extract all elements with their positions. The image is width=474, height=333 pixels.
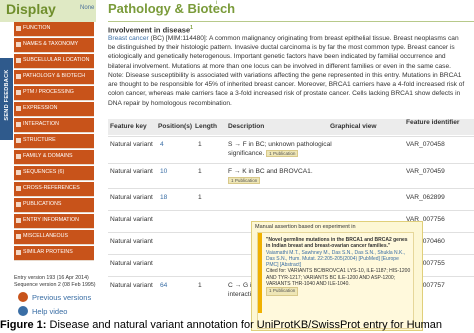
entry-version-info: Entry version 193 (16 Apr 2014) Sequence… (14, 275, 96, 288)
figure-caption: Figure 1: Disease and natural variant an… (0, 319, 474, 331)
bullet-icon (16, 202, 21, 207)
bullet-icon (16, 106, 21, 111)
sidebar-item-miscellaneous[interactable]: MISCELLANEOUS (14, 230, 94, 245)
section-help-icon[interactable]: i (216, 0, 217, 6)
popup-accent-bar (258, 233, 262, 313)
sidebar-item-structure[interactable]: STRUCTURE (14, 134, 94, 149)
caption-label: Figure 1: (0, 319, 47, 331)
sidebar-item-ptm-processing[interactable]: PTM / PROCESSING (14, 86, 94, 101)
help-video-link[interactable]: Help video (32, 307, 67, 316)
evidence-popup: Manual assertion based on experiment in … (251, 221, 423, 331)
bullet-icon (16, 42, 21, 47)
sidebar-item-cross-references[interactable]: CROSS-REFERENCES (14, 182, 94, 197)
sidebar-item-names-taxonomy[interactable]: NAMES & TAXONOMY (14, 38, 94, 53)
entry-version-text: Entry version 193 (16 Apr 2014) (14, 275, 89, 281)
position-link[interactable]: 64 (160, 282, 167, 289)
feature-id-cell: VAR_070459 (406, 168, 445, 175)
popup-heading: Manual assertion based on experiment in (255, 224, 356, 230)
feature-key-cell: Natural variant (110, 260, 153, 267)
sidebar-item-sequences[interactable]: SEQUENCES (6) (14, 166, 94, 181)
sequence-version-text: Sequence version 2 (08 Feb 1995) (14, 281, 96, 288)
popup-paper-title: "Novel germline mutations in the BRCA1 a… (266, 237, 408, 250)
feature-key-cell: Natural variant (110, 194, 153, 201)
description-cell: S → F in BC; unknown pathological (228, 141, 332, 148)
bullet-icon (16, 234, 21, 239)
col-positions: Position(s) (158, 123, 193, 130)
publication-badge[interactable]: 1 Publication (266, 150, 299, 157)
length-cell: 1 (198, 168, 202, 175)
length-cell: 1 (198, 194, 202, 201)
table-header: Feature key Position(s) Length Descripti… (108, 119, 474, 135)
disease-description: Breast cancer (BC) [MIM:114480]: A commo… (108, 34, 466, 71)
bullet-icon (16, 58, 21, 63)
sidebar-item-pathology-biotech[interactable]: PATHOLOGY & BIOTECH (14, 70, 94, 85)
description-cell: 1 Publication (228, 177, 261, 184)
popup-citation-box: "Novel germline mutations in the BRCA1 a… (257, 232, 414, 329)
bullet-icon (16, 154, 21, 159)
display-panel-header: Display None (0, 0, 96, 22)
col-feature-identifier: Feature identifier (406, 119, 460, 126)
col-description: Description (228, 123, 265, 130)
previous-versions-link[interactable]: Previous versions (32, 293, 91, 302)
sidebar-item-interaction[interactable]: INTERACTION (14, 118, 94, 133)
sidebar-item-family-domains[interactable]: FAMILY & DOMAINS (14, 150, 94, 165)
position-link[interactable]: 4 (160, 141, 164, 148)
table-row: Natural variant 4 1 S → F in BC; unknown… (108, 136, 474, 164)
bullet-icon (16, 122, 21, 127)
history-icon (18, 292, 28, 302)
bullet-icon (16, 74, 21, 79)
col-feature-key: Feature key (110, 123, 147, 130)
feedback-tab-label: SEND FEEDBACK (4, 69, 10, 121)
video-icon (18, 306, 28, 316)
position-link[interactable]: 18 (160, 194, 167, 201)
bullet-icon (16, 218, 21, 223)
sidebar-item-publications[interactable]: PUBLICATIONS (14, 198, 94, 213)
description-cell: significance. 1 Publication (228, 150, 299, 157)
bullet-icon (16, 90, 21, 95)
popup-body: "Novel germline mutations in the BRCA1 a… (266, 237, 412, 296)
section-divider (108, 21, 474, 22)
bullet-icon (16, 186, 21, 191)
popup-cited-for: Cited for: VARIANTS BC/BROVCA1 LYS-10, I… (266, 268, 411, 288)
feature-key-cell: Natural variant (110, 238, 153, 245)
sidebar-item-expression[interactable]: EXPRESSION (14, 102, 94, 117)
feedback-tab[interactable]: SEND FEEDBACK (0, 58, 13, 140)
sidebar-item-similar-proteins[interactable]: SIMILAR PROTEINS (14, 246, 94, 261)
disease-link[interactable]: Breast cancer (108, 35, 149, 42)
bullet-icon (16, 250, 21, 255)
top-bar: Display None Pathology & Biotech i (0, 0, 474, 24)
sidebar-item-function[interactable]: FUNCTION (14, 22, 94, 37)
feature-id-cell: VAR_070458 (406, 141, 445, 148)
position-link[interactable]: 10 (160, 168, 167, 175)
popup-publication: 1 Publication (266, 287, 412, 296)
sidebar-nav: FUNCTION NAMES & TAXONOMY SUBCELLULAR LO… (14, 22, 94, 262)
feature-key-cell: Natural variant (110, 282, 153, 289)
table-row: Natural variant 10 1 F → K in BC and BRO… (108, 163, 474, 189)
popup-authors[interactable]: Vaiamathi M.T., Sawhney M., Das S.N., Da… (266, 250, 412, 269)
disease-text: (BC) [MIM:114480]: A common malignancy o… (108, 35, 459, 70)
length-cell: 1 (198, 282, 202, 289)
display-none-link[interactable]: None (80, 5, 94, 11)
display-title: Display (6, 1, 56, 17)
sidebar-item-entry-information[interactable]: ENTRY INFORMATION (14, 214, 94, 229)
feature-key-cell: Natural variant (110, 168, 153, 175)
description-cell: F → K in BC and BROVCA1. (228, 168, 313, 175)
table-row: Natural variant 18 1 VAR_062899 (108, 188, 474, 211)
involvement-help-icon[interactable]: 1 (190, 25, 193, 31)
publication-badge[interactable]: 1 Publication (228, 177, 261, 184)
caption-text: Disease and natural variant annotation f… (46, 319, 443, 331)
bullet-icon (16, 170, 21, 175)
bullet-icon (16, 26, 21, 31)
feature-key-cell: Natural variant (110, 141, 153, 148)
publication-badge[interactable]: 1 Publication (266, 287, 299, 296)
col-length: Length (195, 123, 217, 130)
bullet-icon (16, 138, 21, 143)
feature-key-cell: Natural variant (110, 216, 153, 223)
feature-id-cell: VAR_062899 (406, 194, 445, 201)
sidebar-item-subcellular-location[interactable]: SUBCELLULAR LOCATION (14, 54, 94, 69)
length-cell: 1 (198, 141, 202, 148)
disease-note: Note: Disease susceptibility is associat… (108, 72, 465, 107)
col-graphical-view: Graphical view (330, 123, 377, 130)
